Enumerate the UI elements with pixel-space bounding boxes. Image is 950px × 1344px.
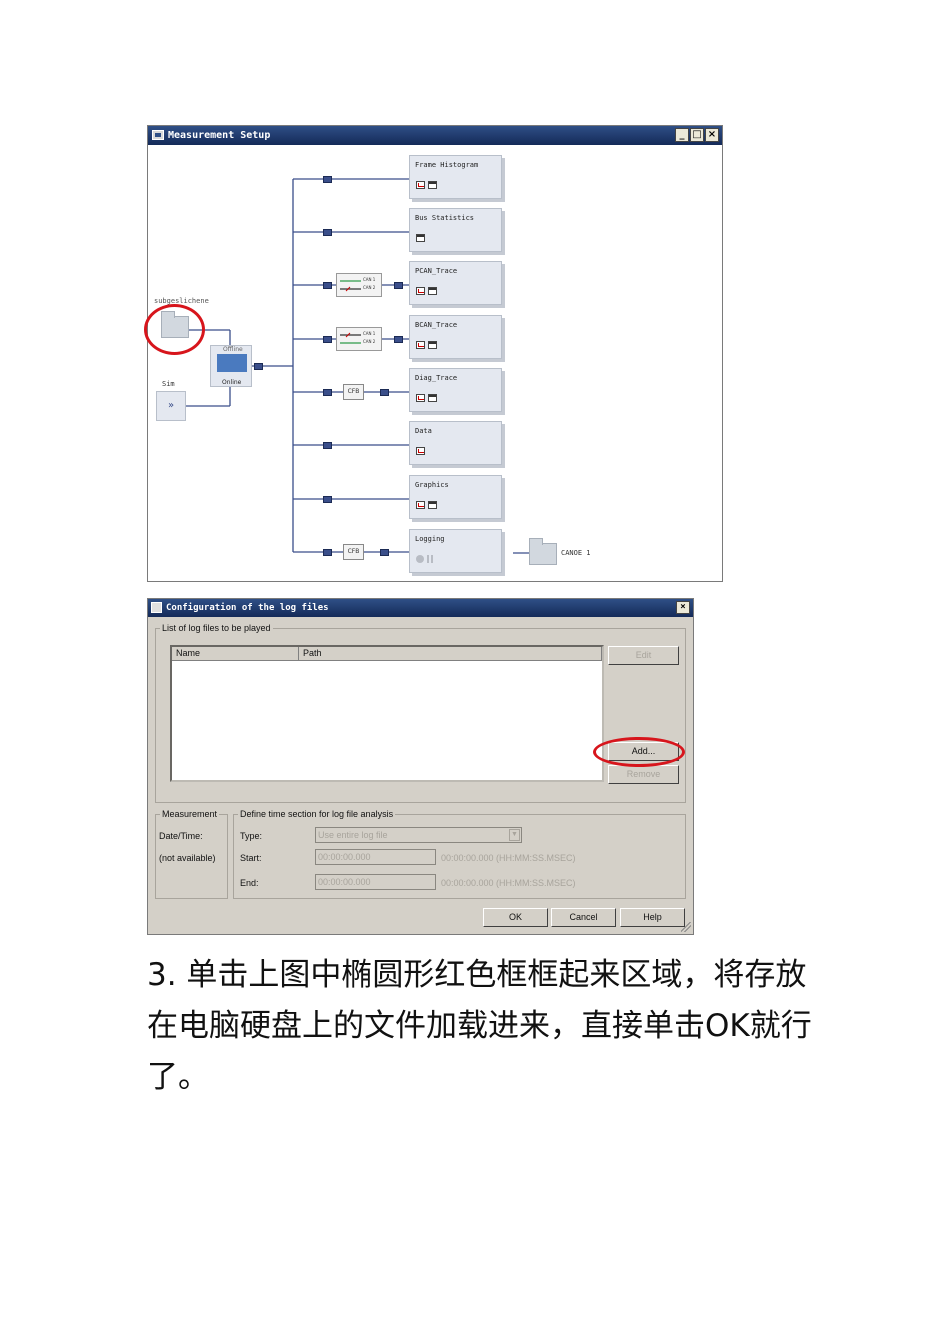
sim-block[interactable]: » [156,391,186,421]
trace-icon[interactable] [416,287,425,295]
window-icon[interactable] [416,234,425,242]
type-label: Type: [240,831,263,841]
block-title: PCAN_Trace [415,267,458,275]
dialog-title: Configuration of the log files [166,603,329,613]
can-channel-filter[interactable]: CAN 1 CAN 2 [336,327,382,351]
dialog-app-icon [151,602,162,613]
highlight-ellipse-source [144,304,205,355]
log-file-folder-icon[interactable] [529,538,557,565]
block-bcan-trace[interactable]: BCAN_Trace [409,315,502,359]
edit-button[interactable]: Edit [608,646,679,665]
block-frame-histogram[interactable]: Frame Histogram [409,155,502,199]
canoe-output-label: CANOE 1 [561,549,591,557]
time-section-group-label: Define time section for log file analysi… [240,809,394,819]
block-pcan-trace[interactable]: PCAN_Trace [409,261,502,305]
data-icon[interactable] [416,447,425,455]
sim-label: Sim [162,380,175,388]
block-title: Logging [415,535,445,543]
offline-online-switch[interactable]: Offline Online [210,345,252,387]
dialog-titlebar: Configuration of the log files × [148,599,693,617]
block-title: Bus Statistics [415,214,475,222]
connection-node[interactable] [323,336,332,343]
cfb-filter-block[interactable]: CFB [343,544,364,560]
start-format-hint: 00:00:00.000 (HH:MM:SS.MSEC) [441,853,576,863]
window-title: Measurement Setup [168,130,271,141]
window-icon[interactable] [428,394,437,402]
online-label: Online [222,379,242,386]
connection-node[interactable] [254,363,263,370]
block-bus-statistics[interactable]: Bus Statistics [409,208,502,252]
dropdown-arrow-icon[interactable]: ▼ [509,829,520,841]
dialog-close-button[interactable]: × [676,601,690,614]
chart-icon[interactable] [416,181,425,189]
can-channel-filter[interactable]: CAN 1 CAN 2 [336,273,382,297]
remove-button[interactable]: Remove [608,765,679,784]
can1-label: CAN 1 [363,331,376,336]
start-time-input[interactable]: 00:00:00.000 [315,849,436,865]
type-select-value: Use entire log file [318,830,388,840]
measurement-setup-titlebar: Measurement Setup _ □ × [148,126,722,145]
connection-node[interactable] [394,336,403,343]
block-graphics[interactable]: Graphics [409,475,502,519]
block-title: Frame Histogram [415,161,479,169]
can2-label: CAN 2 [363,339,376,344]
window-icon[interactable] [428,287,437,295]
measurement-group-label: Measurement [162,809,218,819]
window-icon[interactable] [428,341,437,349]
end-format-hint: 00:00:00.000 (HH:MM:SS.MSEC) [441,878,576,888]
column-header-path[interactable]: Path [299,647,602,661]
minimize-button[interactable]: _ [675,128,689,142]
connection-node[interactable] [394,282,403,289]
end-time-input[interactable]: 00:00:00.000 [315,874,436,890]
instruction-paragraph: 3. 单击上图中椭圆形红色框框起来区域，将存放在电脑硬盘上的文件加载进来，直接单… [147,957,812,1095]
cancel-button[interactable]: Cancel [551,908,616,927]
help-button[interactable]: Help [620,908,685,927]
date-time-label: Date/Time: [159,831,203,841]
log-files-group-label: List of log files to be played [162,623,271,633]
close-button[interactable]: × [705,128,719,142]
connection-node[interactable] [323,282,332,289]
start-label: Start: [240,853,262,863]
end-label: End: [240,878,259,888]
connection-node[interactable] [323,442,332,449]
connection-node[interactable] [380,389,389,396]
block-title: BCAN_Trace [415,321,458,329]
block-data[interactable]: Data [409,421,502,465]
app-icon [152,130,164,140]
connection-node[interactable] [323,549,332,556]
pause-icon[interactable] [427,555,433,563]
cfb-filter-block[interactable]: CFB [343,384,364,400]
type-select[interactable]: Use entire log file ▼ [315,827,522,843]
record-icon[interactable] [416,555,424,563]
can1-label: CAN 1 [363,277,376,282]
measurement-setup-window: Measurement Setup _ □ × CAN 1 CAN 2 CAN … [144,125,723,582]
connection-node[interactable] [380,549,389,556]
offline-label: Offline [223,346,243,353]
block-diag-trace[interactable]: Diag_Trace [409,368,502,412]
connection-node[interactable] [323,389,332,396]
trace-icon[interactable] [416,341,425,349]
log-files-list[interactable]: Name Path [170,645,604,782]
maximize-button[interactable]: □ [690,128,704,142]
ok-button[interactable]: OK [483,908,548,927]
graphics-icon[interactable] [416,501,425,509]
connection-node[interactable] [323,496,332,503]
measurement-canvas: CAN 1 CAN 2 CAN 1 CAN 2 CFB CFB Frame Hi… [144,145,722,581]
window-icon[interactable] [428,501,437,509]
block-title: Data [415,427,432,435]
column-header-name[interactable]: Name [172,647,299,661]
highlight-ellipse-add [593,737,685,767]
connection-node[interactable] [323,176,332,183]
resize-grip-icon[interactable] [681,922,691,932]
can2-label: CAN 2 [363,285,376,290]
switch-icon [217,354,247,372]
block-title: Graphics [415,481,449,489]
window-icon[interactable] [428,181,437,189]
block-title: Diag_Trace [415,374,458,382]
date-time-value: (not available) [159,853,216,863]
block-logging[interactable]: Logging [409,529,502,573]
trace-icon[interactable] [416,394,425,402]
log-files-config-dialog: Configuration of the log files × List of… [147,598,694,935]
connection-node[interactable] [323,229,332,236]
